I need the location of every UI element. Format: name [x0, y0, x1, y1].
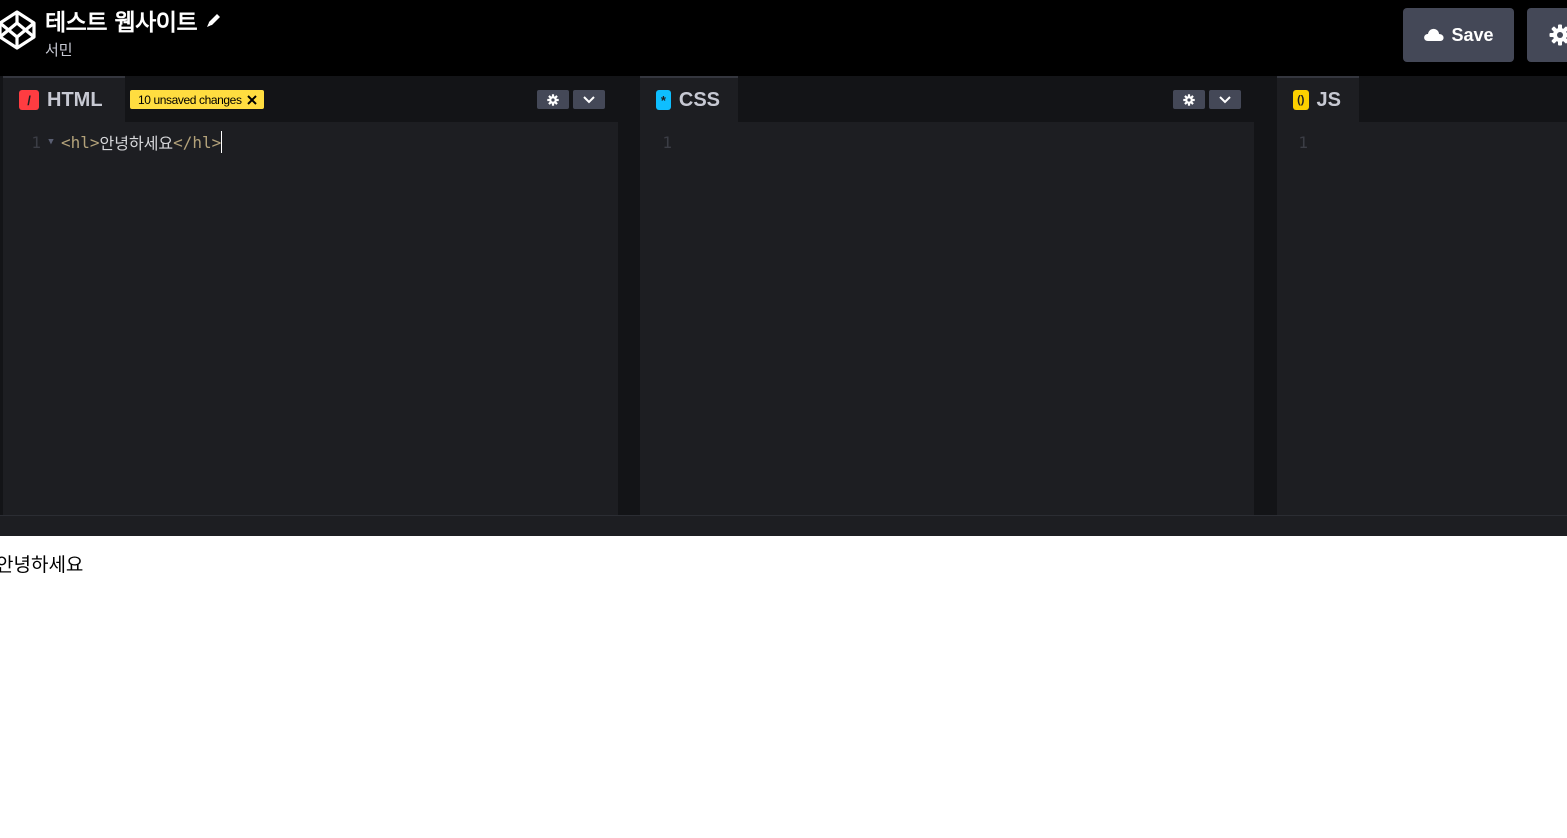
cloud-icon [1424, 28, 1445, 41]
js-pane-header: () JS [1277, 76, 1567, 122]
code-line[interactable]: 1 [1277, 130, 1567, 154]
tab-html-label: HTML [47, 88, 103, 111]
gear-icon [547, 93, 559, 106]
code-line[interactable]: 1 ▼ <hl> 안녕하세요 </hl> [3, 130, 618, 154]
html-code-editor[interactable]: 1 ▼ <hl> 안녕하세요 </hl> [3, 130, 618, 154]
pen-author[interactable]: 서민 [45, 39, 223, 60]
css-language-icon: * [656, 90, 671, 110]
css-pane-controls [1173, 90, 1241, 109]
html-language-icon: / [19, 90, 39, 110]
save-button[interactable]: Save [1403, 8, 1514, 62]
close-tag: </hl> [173, 132, 222, 152]
top-header: 테스트 웹사이트 서민 Save [0, 0, 1567, 76]
result-preview: 안녕하세요 [0, 536, 1567, 838]
css-editor-pane: * CSS 1 [640, 76, 1254, 515]
codepen-logo-icon[interactable] [0, 8, 36, 52]
open-tag: <hl> [61, 132, 100, 152]
tab-css-label: CSS [678, 88, 720, 111]
line-number: 1 [31, 132, 41, 152]
js-editor-pane: () JS 1 [1277, 76, 1567, 515]
pencil-icon[interactable] [205, 11, 223, 29]
chevron-down-icon [1219, 95, 1231, 103]
html-pane-controls [537, 90, 605, 109]
js-icon-glyph: () [1297, 94, 1305, 106]
preview-heading-text: 안녕하세요 [0, 554, 84, 576]
gear-icon [1549, 24, 1567, 46]
unsaved-changes-label: 10 unsaved changes [138, 92, 242, 107]
tab-js-label: JS [1316, 88, 1341, 111]
editor-area: / HTML 10 unsaved changes 1 ▼ <hl> 안녕하세요… [0, 76, 1567, 515]
js-code-editor[interactable]: 1 [1277, 130, 1567, 154]
css-pane-header: * CSS [640, 76, 1254, 122]
html-editor-pane: / HTML 10 unsaved changes 1 ▼ <hl> 안녕하세요… [3, 76, 618, 515]
text-cursor [221, 131, 223, 153]
pen-title-block: 테스트 웹사이트 서민 [45, 6, 223, 60]
css-code-editor[interactable]: 1 [640, 130, 1254, 154]
js-language-icon: () [1293, 90, 1309, 110]
code-text: 안녕하세요 [99, 134, 174, 153]
html-pane-header: / HTML 10 unsaved changes [3, 76, 618, 122]
tab-html[interactable]: / HTML [3, 76, 125, 122]
tab-js[interactable]: () JS [1277, 76, 1359, 122]
preview-resize-handle[interactable] [0, 515, 1567, 536]
settings-button[interactable] [1527, 8, 1567, 62]
chevron-down-icon [583, 95, 595, 103]
css-settings-button[interactable] [1173, 90, 1205, 109]
fold-arrow-icon[interactable]: ▼ [41, 137, 61, 147]
close-icon[interactable] [246, 94, 258, 106]
line-number: 1 [662, 132, 672, 152]
unsaved-changes-badge[interactable]: 10 unsaved changes [130, 90, 264, 109]
html-settings-button[interactable] [537, 90, 569, 109]
css-collapse-button[interactable] [1209, 90, 1241, 109]
pen-title[interactable]: 테스트 웹사이트 [45, 3, 198, 37]
html-icon-glyph: / [27, 92, 31, 108]
line-number: 1 [1298, 132, 1308, 152]
gear-icon [1183, 93, 1195, 106]
save-button-label: Save [1451, 24, 1494, 45]
tab-css[interactable]: * CSS [640, 76, 738, 122]
css-icon-glyph: * [660, 92, 666, 108]
html-collapse-button[interactable] [573, 90, 605, 109]
code-line[interactable]: 1 [640, 130, 1254, 154]
